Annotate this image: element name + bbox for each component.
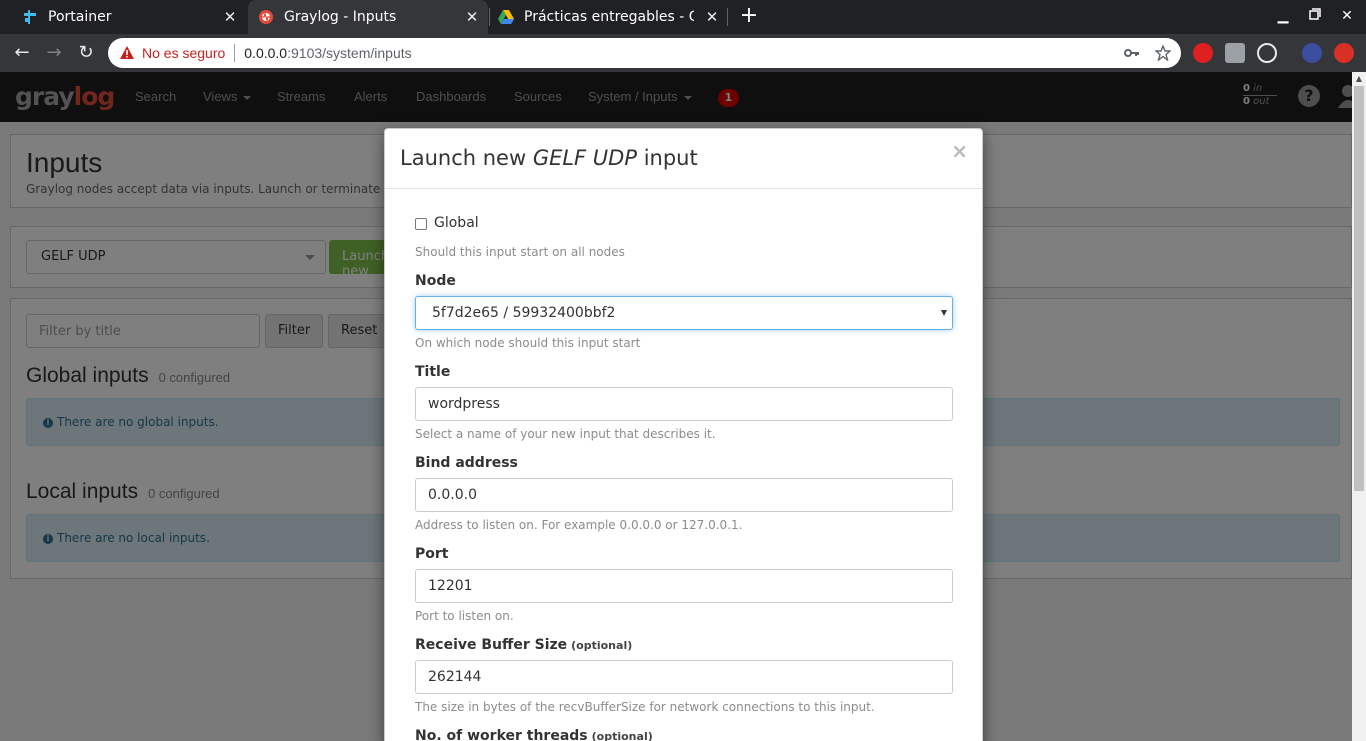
scroll-up-arrow-icon[interactable]: ▲ bbox=[1352, 72, 1366, 86]
security-status[interactable]: No es seguro bbox=[142, 45, 225, 61]
target-extension-icon[interactable] bbox=[1257, 43, 1277, 63]
field-label-text: Receive Buffer Size bbox=[415, 637, 568, 653]
tab-practicas[interactable]: Prácticas entregables - Go ✕ bbox=[490, 0, 722, 34]
node-label: Node bbox=[415, 273, 456, 289]
minimize-icon[interactable]: ▁ bbox=[1275, 8, 1291, 24]
modal-title-prefix: Launch new bbox=[400, 146, 533, 170]
node-help: On which node should this input start bbox=[415, 336, 641, 350]
graylog-icon bbox=[258, 9, 274, 25]
tab-graylog-inputs[interactable]: Graylog - Inputs ✕ bbox=[248, 0, 488, 34]
modal-title-type: GELF UDP bbox=[532, 146, 638, 170]
tab-title: Prácticas entregables - Go bbox=[524, 9, 694, 25]
port-help: Port to listen on. bbox=[415, 609, 514, 623]
node-select-value: 5f7d2e65 / 59932400bbf2 bbox=[432, 305, 616, 321]
browser-toolbar: ← → ↻ No es seguro 0.0.0.0:9103/system/i… bbox=[0, 34, 1366, 72]
tab-portainer[interactable]: Portainer ✕ bbox=[8, 0, 246, 34]
reload-icon[interactable]: ↻ bbox=[74, 41, 98, 65]
window-close-icon[interactable]: ✕ bbox=[1339, 8, 1355, 24]
modal-header: Launch new GELF UDP input × bbox=[385, 129, 982, 189]
key-icon[interactable] bbox=[1124, 45, 1140, 61]
address-bar[interactable]: No es seguro 0.0.0.0:9103/system/inputs bbox=[108, 38, 1181, 68]
tab-title: Graylog - Inputs bbox=[284, 9, 397, 25]
global-checkbox[interactable] bbox=[415, 218, 427, 230]
profile-avatar[interactable] bbox=[1302, 43, 1322, 63]
url-path: :9103/system/inputs bbox=[287, 45, 412, 61]
modal-title: Launch new GELF UDP input bbox=[400, 146, 698, 170]
close-icon[interactable]: ✕ bbox=[464, 9, 480, 25]
bookmark-star-icon[interactable] bbox=[1155, 45, 1171, 61]
bind-address-label: Bind address bbox=[415, 455, 518, 471]
global-help: Should this input start on all nodes bbox=[415, 245, 625, 259]
browser-tab-bar: Portainer ✕ Graylog - Inputs ✕ Prácticas… bbox=[0, 0, 1366, 34]
scrollbar-thumb[interactable] bbox=[1354, 86, 1364, 491]
url-host: 0.0.0.0 bbox=[244, 45, 288, 61]
tab-separator bbox=[489, 8, 490, 26]
close-icon[interactable]: × bbox=[951, 141, 968, 161]
global-checkbox-label[interactable]: Global bbox=[434, 215, 479, 231]
node-select[interactable]: 5f7d2e65 / 59932400bbf2 bbox=[415, 296, 953, 330]
update-icon[interactable] bbox=[1334, 43, 1354, 63]
worker-threads-label: No. of worker threads (optional) bbox=[415, 728, 653, 741]
title-help: Select a name of your new input that des… bbox=[415, 427, 716, 441]
tab-separator bbox=[727, 8, 728, 26]
modal-title-suffix: input bbox=[637, 146, 698, 170]
forward-icon[interactable]: → bbox=[42, 41, 66, 65]
optional-tag: (optional) bbox=[571, 639, 633, 652]
bind-address-input[interactable]: 0.0.0.0 bbox=[415, 478, 953, 512]
portainer-icon bbox=[22, 9, 38, 25]
tab-title: Portainer bbox=[48, 9, 112, 25]
receive-buffer-label: Receive Buffer Size (optional) bbox=[415, 637, 632, 653]
ad-block-extension-icon[interactable] bbox=[1193, 43, 1213, 63]
receive-buffer-help: The size in bytes of the recvBufferSize … bbox=[415, 700, 875, 714]
divider bbox=[234, 44, 236, 62]
close-icon[interactable]: ✕ bbox=[704, 9, 720, 25]
port-input[interactable]: 12201 bbox=[415, 569, 953, 603]
launch-input-modal: Launch new GELF UDP input × Global Shoul… bbox=[384, 128, 983, 741]
title-input[interactable]: wordpress bbox=[415, 387, 953, 421]
maximize-icon[interactable] bbox=[1307, 8, 1323, 24]
field-label-text: No. of worker threads bbox=[415, 728, 588, 741]
port-label: Port bbox=[415, 546, 449, 562]
chevron-down-icon bbox=[941, 310, 947, 316]
extension-icon[interactable] bbox=[1225, 43, 1245, 63]
optional-tag: (optional) bbox=[591, 730, 653, 741]
warning-icon bbox=[120, 46, 134, 59]
title-label: Title bbox=[415, 364, 451, 380]
close-icon[interactable]: ✕ bbox=[222, 9, 238, 25]
receive-buffer-input[interactable]: 262144 bbox=[415, 660, 953, 694]
bind-address-help: Address to listen on. For example 0.0.0.… bbox=[415, 518, 743, 532]
new-tab-icon[interactable]: + bbox=[738, 5, 760, 27]
google-drive-icon bbox=[498, 9, 514, 25]
back-icon[interactable]: ← bbox=[10, 41, 34, 65]
